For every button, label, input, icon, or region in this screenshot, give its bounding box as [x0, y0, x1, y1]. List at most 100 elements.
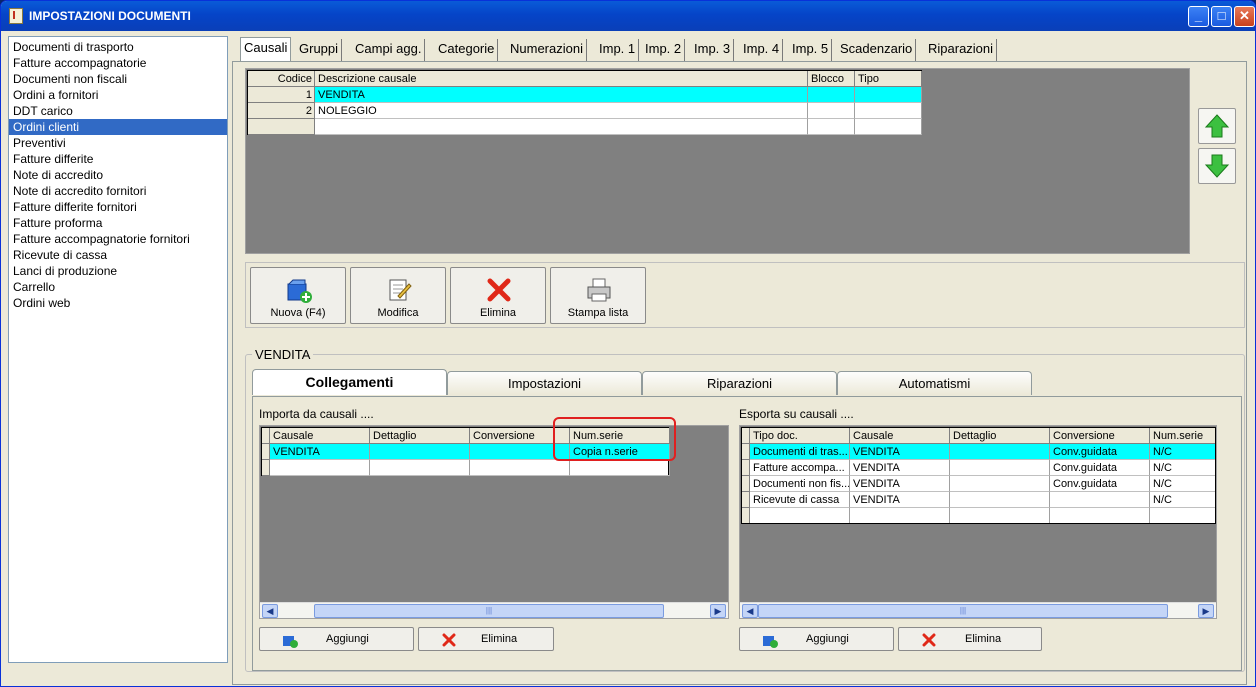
doc-type-item[interactable]: Ordini a fornitori — [9, 87, 227, 103]
table-cell[interactable]: Documenti di tras... — [750, 444, 850, 460]
empty-cell[interactable] — [950, 508, 1050, 523]
edit-button[interactable]: Modifica — [350, 267, 446, 324]
column-header[interactable]: Tipo doc. — [750, 428, 850, 444]
table-cell[interactable]: VENDITA — [315, 87, 808, 103]
column-header[interactable]: Blocco — [808, 71, 855, 87]
empty-cell[interactable] — [570, 460, 670, 476]
empty-cell[interactable] — [855, 119, 922, 135]
empty-cell[interactable] — [1150, 508, 1215, 523]
empty-cell[interactable] — [248, 119, 315, 135]
table-cell[interactable] — [808, 103, 855, 119]
tab-2[interactable]: Campi agg. — [352, 39, 426, 61]
doc-type-item[interactable]: Fatture proforma — [9, 215, 227, 231]
column-header[interactable]: Causale — [850, 428, 950, 444]
export-hscrollbar[interactable]: ◀ ||| ▶ — [740, 602, 1216, 618]
doc-type-item[interactable]: Documenti non fiscali — [9, 71, 227, 87]
column-header[interactable]: Causale — [270, 428, 370, 444]
table-cell[interactable] — [808, 87, 855, 103]
table-cell[interactable] — [855, 103, 922, 119]
tab-5[interactable]: Imp. 1 — [596, 39, 640, 61]
doc-type-item[interactable]: Fatture accompagnatorie fornitori — [9, 231, 227, 247]
tab-3[interactable]: Categorie — [435, 39, 499, 61]
delete-button[interactable]: Elimina — [450, 267, 546, 324]
table-cell[interactable]: VENDITA — [270, 444, 370, 460]
print-button[interactable]: Stampa lista — [550, 267, 646, 324]
table-cell[interactable]: VENDITA — [850, 444, 950, 460]
table-cell[interactable] — [370, 444, 470, 460]
table-cell[interactable]: VENDITA — [850, 476, 950, 492]
doc-type-item[interactable]: Fatture differite fornitori — [9, 199, 227, 215]
import-add-button[interactable]: Aggiungi — [259, 627, 414, 651]
subtab-0[interactable]: Collegamenti — [252, 369, 447, 395]
move-down-button[interactable] — [1198, 148, 1236, 184]
doc-type-item[interactable]: Note di accredito — [9, 167, 227, 183]
table-cell[interactable]: VENDITA — [850, 492, 950, 508]
table-cell[interactable]: Conv.guidata — [1050, 476, 1150, 492]
column-header[interactable]: Conversione — [1050, 428, 1150, 444]
close-button[interactable]: ✕ — [1234, 6, 1255, 27]
import-delete-button[interactable]: Elimina — [418, 627, 554, 651]
table-cell[interactable]: N/C — [1150, 476, 1215, 492]
tab-0[interactable]: Causali — [240, 37, 292, 61]
scroll-left-icon[interactable]: ◀ — [262, 604, 278, 618]
tab-9[interactable]: Imp. 5 — [789, 39, 833, 61]
column-header[interactable]: Num.serie — [1150, 428, 1215, 444]
import-hscrollbar[interactable]: ◀ ||| ▶ — [260, 602, 728, 618]
table-cell[interactable] — [950, 444, 1050, 460]
scroll-thumb[interactable]: ||| — [758, 604, 1168, 618]
table-cell[interactable]: 1 — [248, 87, 315, 103]
tab-6[interactable]: Imp. 2 — [642, 39, 686, 61]
column-header[interactable]: Descrizione causale — [315, 71, 808, 87]
doc-type-item[interactable]: Lanci di produzione — [9, 263, 227, 279]
doc-type-item[interactable]: Ricevute di cassa — [9, 247, 227, 263]
tab-8[interactable]: Imp. 4 — [740, 39, 784, 61]
scroll-right-icon[interactable]: ▶ — [1198, 604, 1214, 618]
empty-cell[interactable] — [270, 460, 370, 476]
column-header[interactable]: Dettaglio — [950, 428, 1050, 444]
doc-type-item[interactable]: Ordini clienti — [9, 119, 227, 135]
table-cell[interactable] — [855, 87, 922, 103]
empty-cell[interactable] — [808, 119, 855, 135]
table-cell[interactable]: VENDITA — [850, 460, 950, 476]
export-add-button[interactable]: Aggiungi — [739, 627, 894, 651]
causali-grid[interactable]: Codice Descrizione causale Blocco Tipo 1 VEND… — [247, 70, 922, 135]
tab-4[interactable]: Numerazioni — [507, 39, 587, 61]
empty-cell[interactable] — [370, 460, 470, 476]
doc-type-item[interactable]: Ordini web — [9, 295, 227, 311]
doc-type-item[interactable]: Documenti di trasporto — [9, 39, 227, 55]
table-cell[interactable]: N/C — [1150, 444, 1215, 460]
table-cell[interactable]: N/C — [1150, 492, 1215, 508]
empty-cell[interactable] — [1050, 508, 1150, 523]
move-up-button[interactable] — [1198, 108, 1236, 144]
doc-type-item[interactable]: Fatture accompagnatorie — [9, 55, 227, 71]
minimize-button[interactable]: _ — [1188, 6, 1209, 27]
export-delete-button[interactable]: Elimina — [898, 627, 1042, 651]
export-grid[interactable]: Tipo doc. Causale Dettaglio Conversione Num.… — [741, 427, 1216, 524]
title-bar[interactable]: IMPOSTAZIONI DOCUMENTI _ □ ✕ — [1, 1, 1255, 31]
tab-11[interactable]: Riparazioni — [925, 39, 998, 61]
scroll-right-icon[interactable]: ▶ — [710, 604, 726, 618]
doc-type-item[interactable]: Note di accredito fornitori — [9, 183, 227, 199]
tab-1[interactable]: Gruppi — [296, 39, 343, 61]
table-cell[interactable]: Conv.guidata — [1050, 460, 1150, 476]
scroll-thumb[interactable]: ||| — [314, 604, 664, 618]
table-cell[interactable]: NOLEGGIO — [315, 103, 808, 119]
table-cell[interactable] — [1050, 492, 1150, 508]
empty-cell[interactable] — [850, 508, 950, 523]
empty-cell[interactable] — [470, 460, 570, 476]
doc-type-item[interactable]: DDT carico — [9, 103, 227, 119]
subtab-2[interactable]: Riparazioni — [642, 371, 837, 395]
table-cell[interactable]: Conv.guidata — [1050, 444, 1150, 460]
doc-type-item[interactable]: Preventivi — [9, 135, 227, 151]
table-cell[interactable] — [950, 476, 1050, 492]
table-cell[interactable] — [950, 492, 1050, 508]
scroll-left-icon[interactable]: ◀ — [742, 604, 758, 618]
new-button[interactable]: Nuova (F4) — [250, 267, 346, 324]
column-header[interactable]: Codice — [248, 71, 315, 87]
maximize-button[interactable]: □ — [1211, 6, 1232, 27]
table-cell[interactable]: Fatture accompa... — [750, 460, 850, 476]
table-cell[interactable]: Documenti non fis... — [750, 476, 850, 492]
table-cell[interactable] — [950, 460, 1050, 476]
document-type-list[interactable]: Documenti di trasporto Fatture accompagna… — [8, 36, 228, 663]
column-header[interactable]: Tipo — [855, 71, 922, 87]
